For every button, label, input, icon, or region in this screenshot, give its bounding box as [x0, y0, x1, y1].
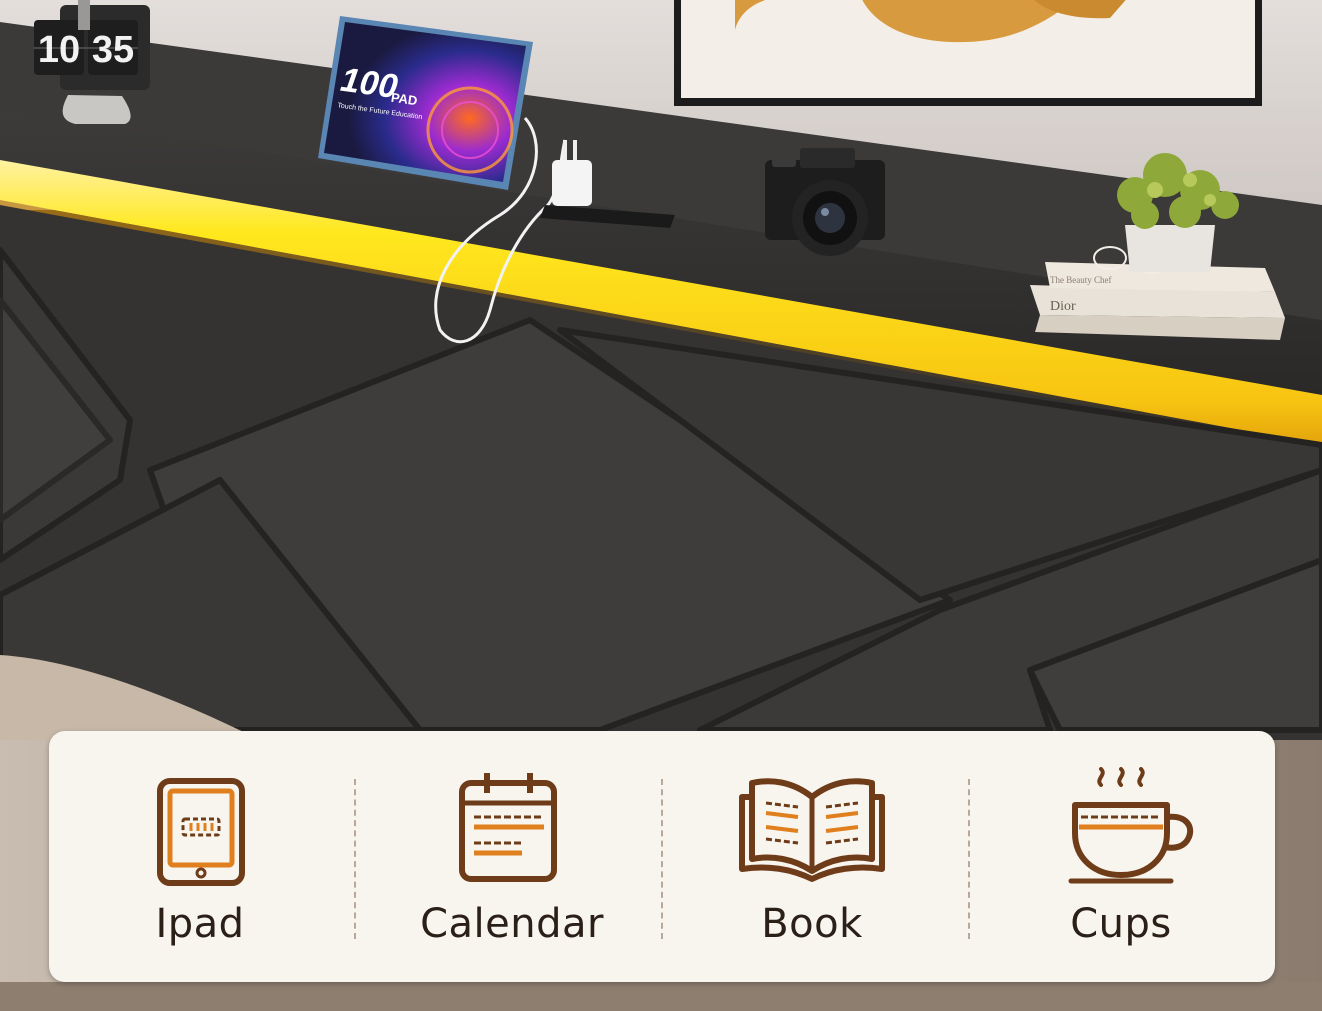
tablet-icon	[157, 778, 245, 886]
open-book-icon	[739, 778, 885, 882]
feature-label-ipad: Ipad	[155, 901, 245, 947]
feature-label-book: Book	[761, 901, 863, 947]
feature-label-cups: Cups	[1070, 901, 1172, 947]
feature-item-book: Book	[662, 731, 962, 982]
feature-divider	[354, 779, 356, 939]
feature-item-ipad: Ipad	[50, 731, 350, 982]
camera	[765, 148, 885, 256]
feature-item-calendar: Calendar	[362, 731, 662, 982]
clock-hours: 10	[38, 29, 80, 71]
coffee-cup-icon	[1068, 767, 1194, 884]
feature-divider	[968, 779, 970, 939]
book-title-top: The Beauty Chef	[1050, 275, 1111, 285]
feature-item-cups: Cups	[971, 731, 1271, 982]
clock-minutes: 35	[92, 29, 134, 71]
framed-wall-art	[674, 0, 1262, 106]
feature-label-calendar: Calendar	[420, 901, 604, 947]
calendar-icon	[459, 773, 557, 882]
book-title-bottom: Dior	[1050, 299, 1076, 314]
feature-card: Ipad Calendar Book Cups	[49, 731, 1275, 982]
